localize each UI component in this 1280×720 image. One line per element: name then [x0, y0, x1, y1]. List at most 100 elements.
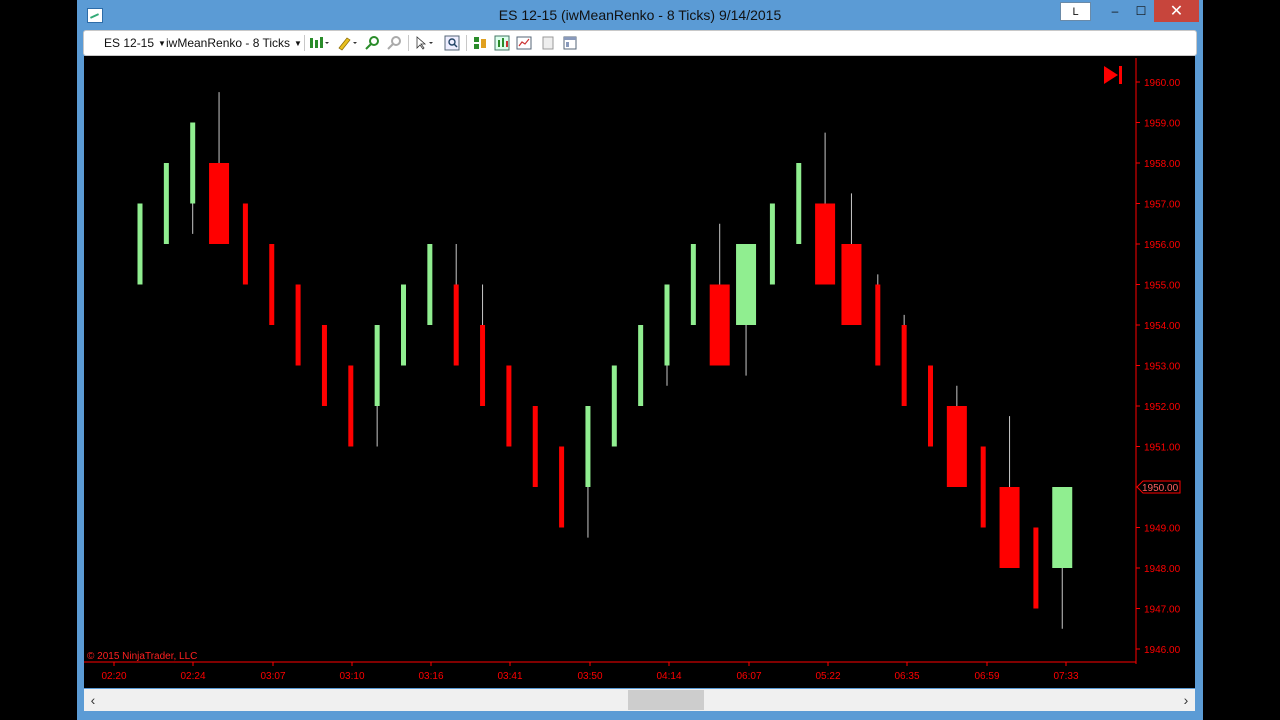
down-bar-body	[480, 325, 486, 406]
renko-bar	[901, 314, 907, 406]
up-bar-body	[137, 203, 143, 285]
renko-bar	[769, 203, 775, 285]
x-tick-label: 03:50	[577, 671, 602, 682]
cursor-mode-button[interactable]	[414, 35, 436, 51]
title-bar[interactable]: ES 12-15 (iwMeanRenko - 8 Ticks) 9/14/20…	[77, 0, 1203, 30]
x-tick-label: 06:59	[974, 671, 999, 682]
down-bar-body	[901, 325, 907, 406]
renko-bar	[559, 446, 565, 528]
y-tick-label: 1957.00	[1144, 200, 1181, 211]
down-bar-body	[709, 284, 730, 366]
candlestick-icon	[310, 37, 329, 48]
toolbar-divider	[304, 35, 305, 51]
renko-bar	[611, 365, 617, 447]
y-tick-label: 1946.00	[1144, 645, 1181, 656]
down-bar-body	[321, 325, 327, 406]
drawing-tools-button[interactable]	[336, 35, 358, 51]
y-tick-label: 1949.00	[1144, 524, 1181, 535]
minimize-button[interactable]: ‒	[1102, 0, 1128, 22]
template-button[interactable]	[562, 35, 578, 51]
y-tick-label: 1953.00	[1144, 362, 1181, 373]
bar-type-label: iwMeanRenko - 8 Ticks	[166, 36, 291, 50]
maximize-button[interactable]: ☐	[1128, 0, 1154, 22]
up-bar-body	[690, 244, 696, 325]
up-bar-body	[796, 163, 802, 244]
x-tick-label: 07:33	[1053, 671, 1078, 682]
strategies-button[interactable]	[494, 35, 510, 51]
data-box-button[interactable]	[444, 35, 460, 51]
renko-bar	[269, 244, 275, 325]
horizontal-scrollbar[interactable]: ‹ ›	[84, 689, 1195, 711]
y-tick-label: 1955.00	[1144, 281, 1181, 292]
x-tick-label: 02:24	[180, 671, 205, 682]
chevron-left-icon[interactable]: ‹	[86, 692, 100, 708]
up-bar-body	[190, 122, 196, 204]
zoom-out-button[interactable]	[386, 35, 402, 51]
y-tick-label: 1951.00	[1144, 443, 1181, 454]
down-bar-body	[453, 284, 459, 366]
down-bar-body	[209, 163, 230, 244]
zoom-in-button[interactable]	[364, 35, 380, 51]
window-layout-icon	[563, 36, 577, 50]
renko-bar	[928, 365, 933, 447]
down-bar-body	[506, 365, 512, 447]
up-bar-body	[585, 406, 591, 487]
link-button[interactable]: L	[1060, 2, 1091, 21]
renko-bar	[875, 274, 881, 366]
y-tick-label: 1960.00	[1144, 78, 1181, 89]
renko-bar	[427, 244, 433, 325]
up-bar-body	[1052, 487, 1073, 568]
zoom-in-icon	[365, 36, 379, 50]
x-tick-label: 03:07	[260, 671, 285, 682]
renko-bar	[137, 203, 143, 285]
window-title: ES 12-15 (iwMeanRenko - 8 Ticks) 9/14/20…	[498, 7, 782, 23]
last-price-label: 1950.00	[1142, 483, 1179, 494]
renko-bar	[1033, 527, 1039, 609]
y-tick-label: 1958.00	[1144, 159, 1181, 170]
chart-panel[interactable]: 1960.00 1959.00 1958.00 1957.00 1956.00 1955.…	[84, 56, 1195, 688]
properties-button[interactable]	[516, 35, 532, 51]
up-bar-body	[638, 325, 644, 406]
down-bar-body	[348, 365, 354, 447]
up-bar-body	[427, 244, 433, 325]
down-bar-body	[980, 446, 986, 528]
indicators-button[interactable]	[472, 35, 488, 51]
copyright-label: © 2015 NinjaTrader, LLC	[87, 651, 197, 662]
close-button[interactable]: ✕	[1154, 0, 1199, 22]
x-tick-label: 06:35	[894, 671, 919, 682]
zoom-out-icon	[387, 36, 401, 50]
up-bar-body	[736, 244, 757, 325]
renko-bar	[401, 284, 406, 366]
copy-button[interactable]	[540, 35, 556, 51]
down-bar-body	[841, 244, 862, 325]
instrument-label: ES 12-15	[104, 36, 155, 50]
x-tick-label: 06:07	[736, 671, 761, 682]
up-bar-body	[163, 163, 169, 244]
y-tick-label: 1948.00	[1144, 564, 1181, 575]
chevron-down-icon: ▼	[158, 38, 166, 48]
up-bar-body	[611, 365, 617, 447]
scrollbar-thumb[interactable]	[628, 690, 704, 710]
renko-bar	[690, 244, 696, 325]
down-bar-body	[875, 284, 881, 366]
x-tick-label: 03:16	[418, 671, 443, 682]
chart-style-button[interactable]	[308, 35, 330, 51]
up-bar-body	[664, 284, 670, 366]
up-bar-body	[769, 203, 775, 285]
chevron-right-icon[interactable]: ›	[1179, 692, 1193, 708]
chart-toolbar: ES 12-15 ▼ iwMeanRenko - 8 Ticks ▼	[83, 30, 1197, 56]
x-tick-label: 03:10	[339, 671, 364, 682]
bar-type-selector[interactable]: iwMeanRenko - 8 Ticks ▼	[166, 35, 302, 51]
down-bar-body	[559, 446, 565, 528]
renko-chart[interactable]: 1960.00 1959.00 1958.00 1957.00 1956.00 1955.…	[84, 56, 1195, 688]
y-tick-label: 1956.00	[1144, 240, 1181, 251]
y-tick-label: 1959.00	[1144, 119, 1181, 130]
renko-bar	[796, 163, 802, 244]
down-bar-body	[946, 406, 967, 487]
up-bar-body	[401, 284, 406, 366]
down-bar-body	[269, 244, 275, 325]
down-bar-body	[1033, 527, 1039, 609]
toolbar-divider	[466, 35, 467, 51]
toolbar-divider	[408, 35, 409, 51]
instrument-selector[interactable]: ES 12-15 ▼	[104, 35, 166, 51]
